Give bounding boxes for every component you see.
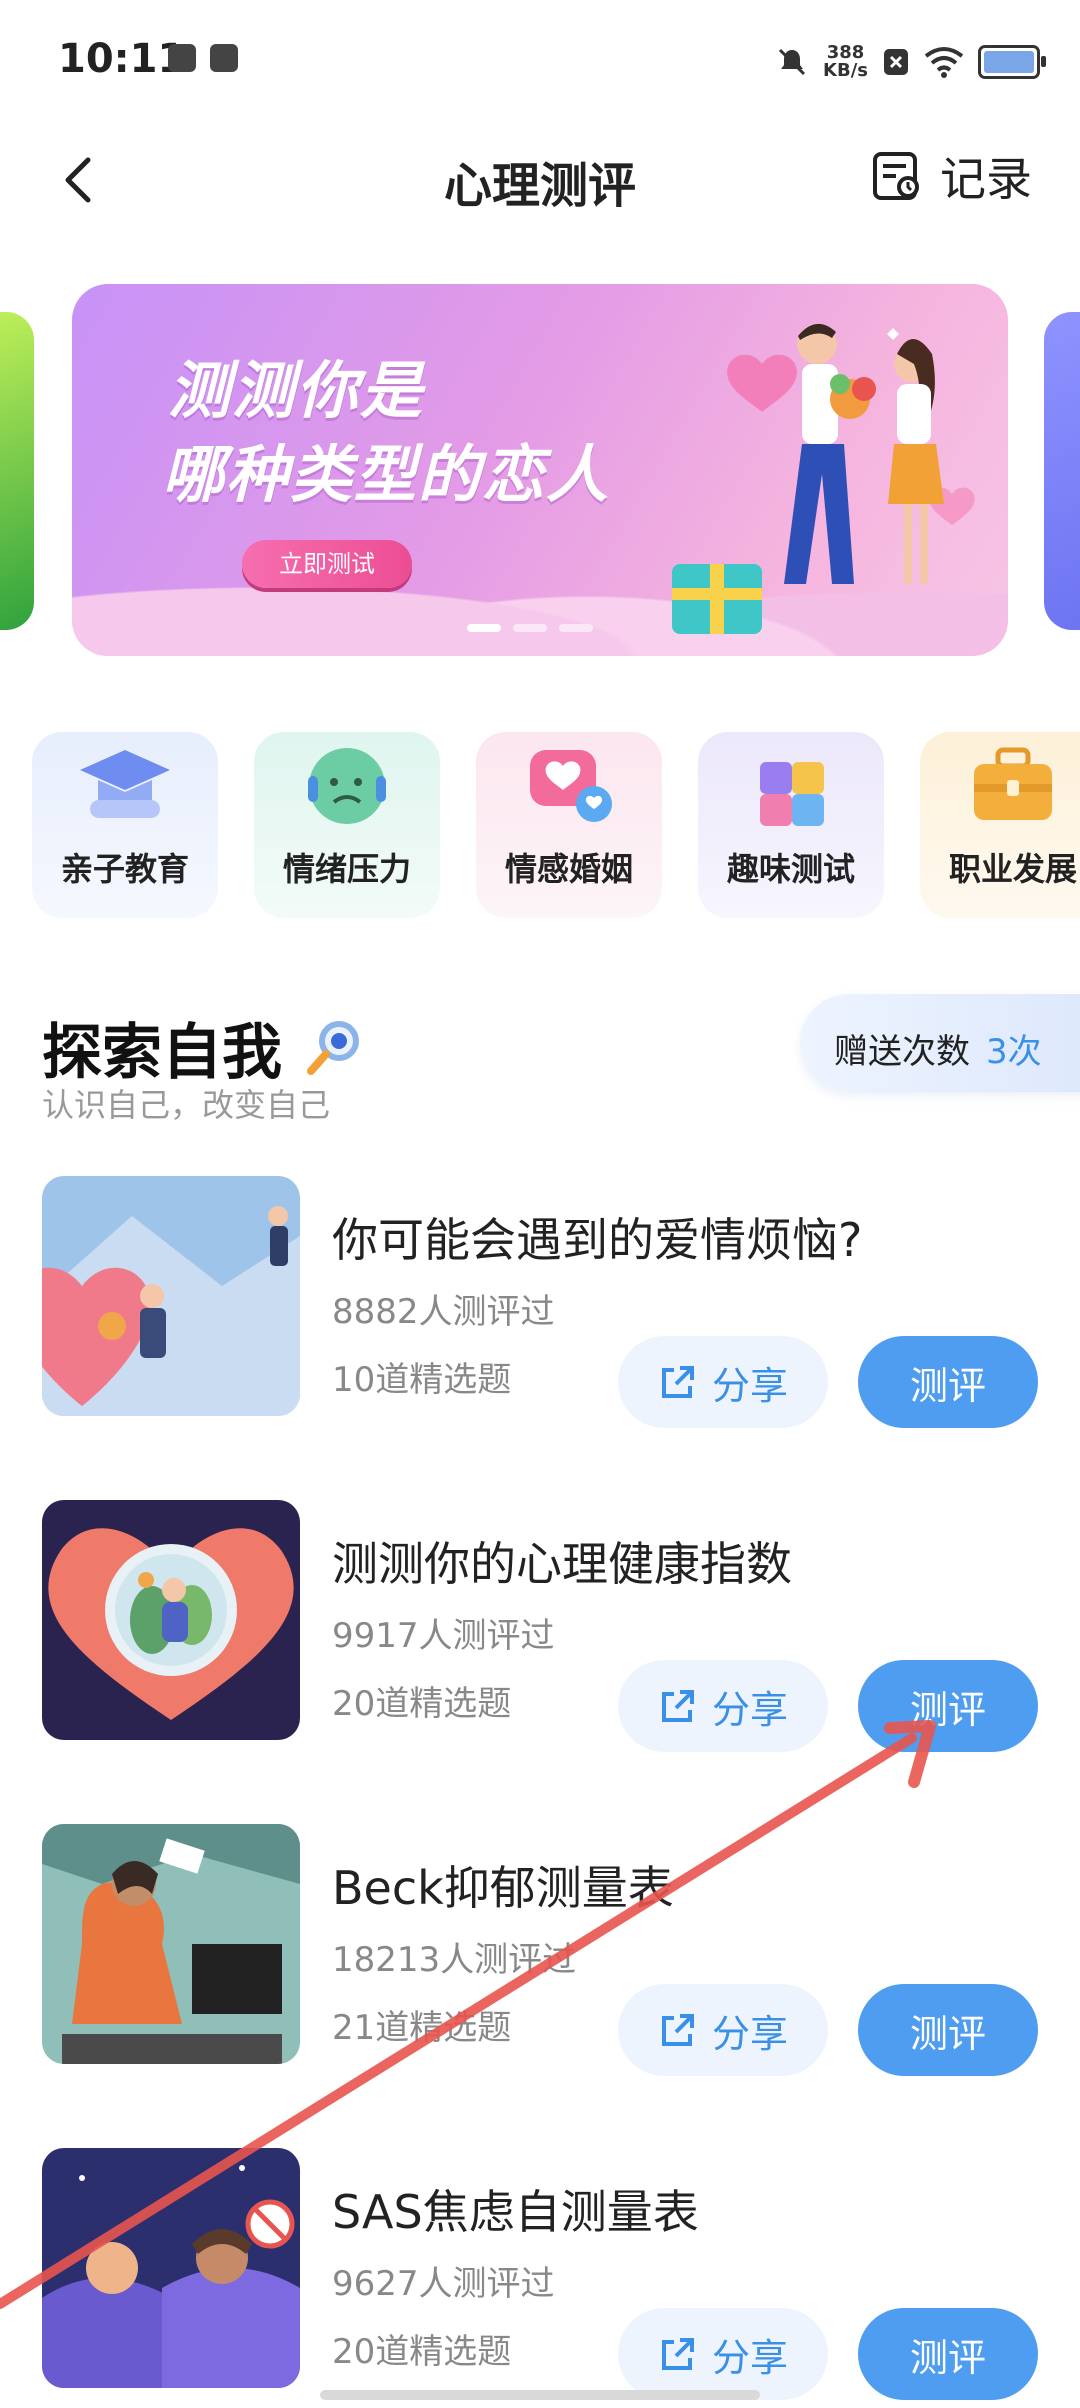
share-icon	[661, 2014, 694, 2046]
net-speed: 388 KB/s	[823, 44, 868, 80]
test-participants: 18213人测评过	[332, 1940, 577, 1980]
record-icon	[873, 152, 919, 200]
share-button[interactable]: 分享	[618, 1660, 828, 1752]
notification-icon	[168, 44, 196, 72]
test-item[interactable]: 测测你的心理健康指数 9917人测评过 20道精选题 分享 测评	[42, 1500, 1042, 1752]
test-thumbnail	[42, 1824, 300, 2064]
banner-prev-slide[interactable]	[0, 312, 34, 630]
test-title: SAS焦虑自测量表	[332, 2185, 699, 2239]
test-participants: 8882人测评过	[332, 1292, 555, 1332]
share-label: 分享	[711, 2335, 788, 2380]
start-test-button[interactable]: 测评	[858, 2308, 1038, 2400]
sim-off-icon	[884, 49, 908, 75]
section-title-text: 探索自我	[42, 1018, 282, 1088]
start-test-button[interactable]: 测评	[858, 1336, 1038, 1428]
puzzle-icon	[760, 762, 824, 826]
category-label: 情绪压力	[282, 850, 411, 888]
test-item[interactable]: Beck抑郁测量表 18213人测评过 21道精选题 分享 测评	[42, 1824, 1042, 2076]
section-title: 探索自我	[42, 1004, 365, 1091]
share-button[interactable]: 分享	[618, 2308, 828, 2400]
test-thumbnail	[42, 2148, 300, 2388]
banner-title-line1: 测测你是	[168, 354, 425, 427]
category-label: 情感婚姻	[504, 850, 633, 888]
test-question-count: 21道精选题	[332, 2008, 512, 2048]
test-title: 你可能会遇到的爱情烦恼?	[332, 1213, 863, 1267]
status-bar: 10:11 388 KB/s	[0, 0, 1080, 128]
share-label: 分享	[711, 1687, 788, 1732]
banner-dot-3	[559, 624, 593, 632]
banner-start-button[interactable]: 立即测试	[242, 540, 412, 588]
test-thumbnail	[42, 1500, 300, 1740]
category-parenting[interactable]: 亲子教育	[32, 732, 218, 918]
category-label: 趣味测试	[726, 850, 855, 888]
test-thumbnail	[42, 1176, 300, 1416]
net-speed-unit: KB/s	[823, 60, 868, 81]
heart-chat-icon	[530, 750, 612, 822]
status-icons: 388 KB/s	[775, 38, 1046, 86]
test-question-count: 20道精选题	[332, 2332, 512, 2372]
share-icon	[661, 1366, 694, 1398]
share-button[interactable]: 分享	[618, 1336, 828, 1428]
wifi-icon	[924, 47, 964, 78]
header: 心理测评 记录	[0, 128, 1080, 228]
banner-indicator	[467, 624, 593, 632]
banner-lover-type-test[interactable]: 测测你是 哪种类型的恋人 立即测试	[72, 284, 1008, 656]
screen: 10:11 388 KB/s 心理测评 记录 测测你是 哪种类型的恋人 立即测试…	[0, 0, 1080, 2408]
test-item[interactable]: SAS焦虑自测量表 9627人测评过 20道精选题 分享 测评	[42, 2148, 1042, 2400]
test-question-count: 10道精选题	[332, 1360, 512, 1400]
magnifier-icon	[306, 1021, 359, 1075]
test-title: 测测你的心理健康指数	[332, 1537, 792, 1591]
test-item[interactable]: 你可能会遇到的爱情烦恼? 8882人测评过 10道精选题 分享 测评	[42, 1176, 1042, 1428]
record-button[interactable]: 记录	[870, 144, 1032, 208]
category-label: 亲子教育	[60, 850, 189, 888]
start-test-button[interactable]: 测评	[858, 1984, 1038, 2076]
briefcase-icon	[974, 747, 1052, 820]
battery-icon	[978, 45, 1046, 79]
banner-title-line2: 哪种类型的恋人	[162, 438, 611, 511]
banner-dot-2	[513, 624, 547, 632]
graduation-cap-icon	[80, 750, 170, 818]
notification-icon-2	[210, 44, 238, 72]
share-icon	[661, 2338, 694, 2370]
test-title: Beck抑郁测量表	[332, 1861, 674, 1915]
record-label: 记录	[940, 152, 1032, 206]
start-test-button[interactable]: 测评	[858, 1660, 1038, 1752]
section-subtitle: 认识自己，改变自己	[42, 1086, 331, 1124]
bonus-count-pill[interactable]: 赠送次数 3次	[800, 994, 1080, 1092]
banner-next-slide[interactable]	[1044, 312, 1080, 630]
category-row: 亲子教育 情绪压力 情感婚姻 趣味测试 职业发展	[32, 732, 1080, 922]
test-participants: 9917人测评过	[332, 1616, 555, 1656]
category-fun-tests[interactable]: 趣味测试	[698, 732, 884, 918]
bonus-count: 3次	[986, 1032, 1042, 1072]
status-time: 10:11	[58, 36, 186, 82]
home-indicator[interactable]	[320, 2390, 760, 2400]
share-icon	[661, 1690, 694, 1722]
share-button[interactable]: 分享	[618, 1984, 828, 2076]
sad-face-icon	[308, 748, 386, 824]
mute-icon	[778, 48, 806, 76]
couple-illustration	[672, 323, 975, 634]
share-label: 分享	[711, 1363, 788, 1408]
category-career[interactable]: 职业发展	[920, 732, 1080, 918]
category-emotional-stress[interactable]: 情绪压力	[254, 732, 440, 918]
category-label: 职业发展	[948, 850, 1077, 888]
banner-dot-1	[467, 624, 501, 632]
test-question-count: 20道精选题	[332, 1684, 512, 1724]
test-participants: 9627人测评过	[332, 2264, 555, 2304]
bonus-label: 赠送次数	[834, 1032, 970, 1072]
share-label: 分享	[711, 2011, 788, 2056]
category-love-marriage[interactable]: 情感婚姻	[476, 732, 662, 918]
